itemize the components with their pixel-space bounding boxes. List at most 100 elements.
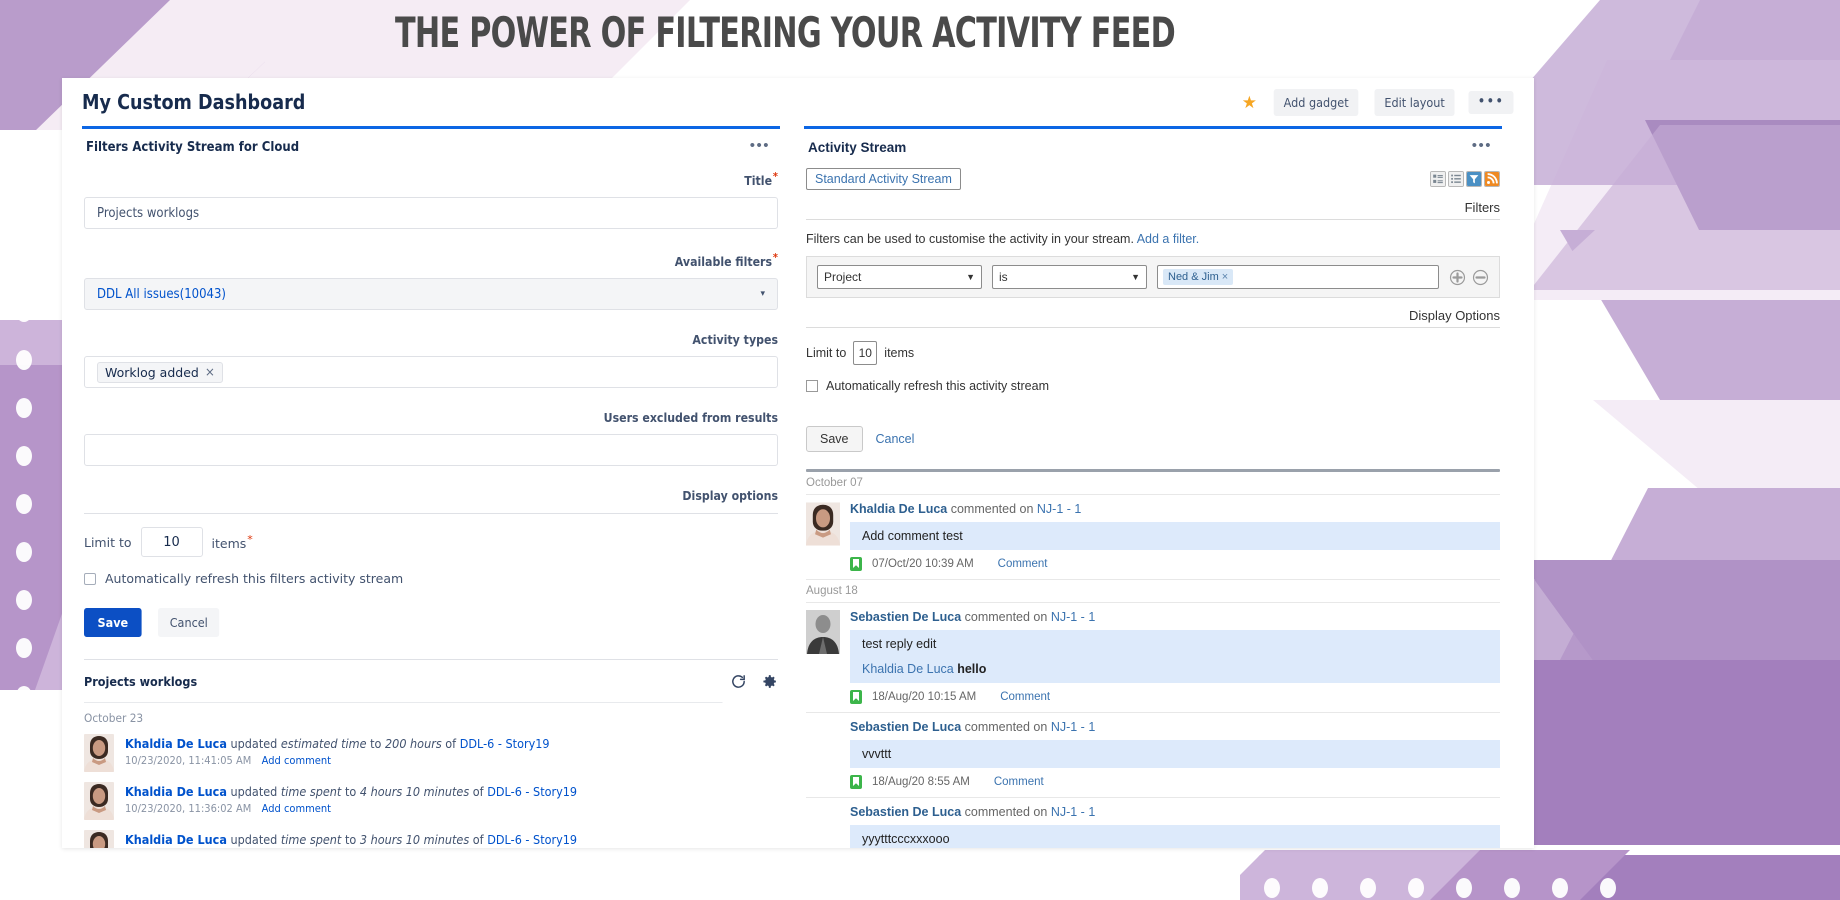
- display-options-label: Display options: [682, 488, 778, 504]
- activity-value: 3 hours 10 minutes: [359, 832, 470, 848]
- reply-user[interactable]: Khaldia De Luca: [862, 662, 954, 676]
- activity-to: to: [344, 832, 357, 848]
- filter-operator-value: is: [999, 270, 1008, 284]
- refresh-icon[interactable]: [730, 673, 747, 690]
- comment-link[interactable]: Comment: [994, 776, 1044, 788]
- feed-item-comment: Add comment test: [850, 522, 1500, 550]
- activity-summary: Khaldia De Luca updated estimated time t…: [125, 736, 550, 751]
- activity-summary: Khaldia De Luca updated time spent to 3 …: [125, 832, 577, 847]
- feed-item-issue-link[interactable]: NJ-1 - 1: [1051, 720, 1095, 734]
- left-stream-items: Khaldia De Luca updated estimated time t…: [84, 730, 778, 848]
- gear-icon[interactable]: [761, 673, 778, 690]
- add-comment-link[interactable]: Add comment: [262, 754, 331, 767]
- close-icon[interactable]: ×: [1222, 271, 1228, 283]
- feed-item-meta: 18/Aug/20 8:55 AM Comment: [850, 768, 1500, 797]
- display-options-section-label: Display Options: [1408, 308, 1500, 323]
- feed-item-issue-link[interactable]: NJ-1 - 1: [1037, 502, 1081, 516]
- add-comment-link[interactable]: Add comment: [262, 802, 331, 815]
- auto-refresh-row[interactable]: Automatically refresh this filters activ…: [84, 571, 778, 586]
- feed-item-issue-link[interactable]: NJ-1 - 1: [1051, 610, 1095, 624]
- right-gadget-more-icon[interactable]: •••: [1466, 138, 1498, 158]
- comment-text: yyytttcccxxxooo: [862, 832, 950, 846]
- title-input[interactable]: Projects worklogs: [84, 197, 778, 230]
- comment-text: vvvttt: [862, 747, 892, 761]
- right-auto-refresh-row[interactable]: Automatically refresh this activity stre…: [806, 379, 1500, 393]
- avatar: [806, 610, 840, 654]
- filter-operator-select[interactable]: is ▼: [992, 265, 1147, 289]
- left-gadget-header: Filters Activity Stream for Cloud •••: [82, 129, 780, 166]
- feed-item-user[interactable]: Khaldia De Luca: [850, 502, 947, 516]
- comment-link[interactable]: Comment: [998, 558, 1048, 570]
- story-icon: [850, 775, 862, 789]
- feed-item-user[interactable]: Sebastien De Luca: [850, 610, 961, 624]
- list-compact-icon[interactable]: [1448, 171, 1464, 187]
- activity-field: estimated time: [280, 736, 367, 752]
- feed-item-user[interactable]: Sebastien De Luca: [850, 805, 961, 819]
- avatar: [84, 734, 114, 773]
- activity-user[interactable]: Khaldia De Luca: [125, 784, 227, 799]
- feed-item-user[interactable]: Sebastien De Luca: [850, 720, 961, 734]
- limit-row: Limit to 10 items*: [84, 527, 778, 558]
- comment-link[interactable]: Comment: [1000, 691, 1050, 703]
- avatar: [806, 502, 840, 546]
- add-filter-row-icon[interactable]: [1449, 269, 1466, 286]
- available-filters-value: DDL All issues(10043): [97, 286, 226, 302]
- remove-filter-row-icon[interactable]: [1472, 269, 1489, 286]
- feed-item-issue-link[interactable]: NJ-1 - 1: [1051, 805, 1095, 819]
- feed-item-action: commented on: [964, 610, 1048, 624]
- filter-field-select[interactable]: Project ▼: [817, 265, 982, 289]
- filter-value-chip-label: Ned & Jim: [1168, 271, 1219, 283]
- activity-field: time spent: [280, 784, 342, 800]
- users-excluded-input[interactable]: [84, 434, 778, 467]
- right-cancel-button[interactable]: Cancel: [876, 432, 915, 446]
- activity-issue-link[interactable]: DDL-6 - Story19: [460, 736, 550, 751]
- right-form-buttons: Save Cancel: [806, 426, 1500, 452]
- stream-type-selector[interactable]: Standard Activity Stream: [806, 168, 961, 190]
- divider: [806, 327, 1500, 328]
- save-button[interactable]: Save: [84, 608, 142, 638]
- chevron-down-icon: ▼: [1131, 272, 1140, 282]
- activity-of: of: [445, 736, 457, 752]
- left-stream-date-group: October 23: [84, 702, 723, 730]
- activity-type-chip[interactable]: Worklog added ×: [97, 361, 223, 383]
- limit-input[interactable]: 10: [140, 527, 203, 558]
- right-gadget-title: Activity Stream: [808, 140, 907, 155]
- filter-value-chip[interactable]: Ned & Jim ×: [1163, 269, 1234, 285]
- activity-user[interactable]: Khaldia De Luca: [125, 736, 227, 751]
- filter-value-input[interactable]: Ned & Jim ×: [1157, 265, 1439, 289]
- activity-value: 4 hours 10 minutes: [359, 784, 470, 800]
- list-item: Khaldia De Luca updated estimated time t…: [84, 730, 778, 778]
- right-auto-refresh-checkbox[interactable]: [806, 380, 818, 392]
- add-a-filter-link[interactable]: Add a filter.: [1137, 232, 1200, 246]
- stream-toolbar: [1430, 171, 1500, 187]
- avatar: [806, 502, 840, 546]
- feed-item-timestamp: 07/Oct/20 10:39 AM: [872, 558, 974, 570]
- activity-of: of: [472, 832, 484, 848]
- dashboard-more-button[interactable]: •••: [1468, 90, 1514, 114]
- activity-issue-link[interactable]: DDL-6 - Story19: [487, 784, 577, 799]
- right-auto-refresh-label: Automatically refresh this activity stre…: [826, 379, 1049, 393]
- edit-layout-button[interactable]: Edit layout: [1374, 88, 1455, 116]
- add-gadget-button[interactable]: Add gadget: [1273, 88, 1359, 116]
- auto-refresh-checkbox[interactable]: [84, 572, 96, 585]
- avatar: [84, 782, 114, 821]
- favourite-star-icon[interactable]: ★: [1242, 94, 1257, 111]
- avatar-placeholder: [806, 805, 840, 848]
- activity-types-input[interactable]: Worklog added ×: [84, 356, 778, 389]
- activity-user[interactable]: Khaldia De Luca: [125, 832, 227, 847]
- left-gadget-more-icon[interactable]: •••: [744, 138, 776, 158]
- activity-issue-link[interactable]: DDL-6 - Story19: [487, 832, 577, 847]
- comment-text: Add comment test: [862, 529, 963, 543]
- rss-feed-icon[interactable]: [1484, 171, 1500, 187]
- filter-funnel-icon[interactable]: [1466, 171, 1482, 187]
- avatar: [84, 734, 114, 773]
- available-filters-select[interactable]: DDL All issues(10043) ▾: [84, 278, 778, 311]
- feed-item: Khaldia De Luca commented on NJ-1 - 1 Ad…: [806, 495, 1500, 580]
- feed-item: Sebastien De Luca commented on NJ-1 - 1 …: [806, 603, 1500, 713]
- cancel-button[interactable]: Cancel: [158, 608, 220, 638]
- list-detail-icon[interactable]: [1430, 171, 1446, 187]
- close-icon[interactable]: ×: [205, 365, 215, 379]
- right-limit-input[interactable]: 10: [853, 341, 878, 365]
- feed-item-summary: Sebastien De Luca commented on NJ-1 - 1: [850, 720, 1500, 734]
- right-save-button[interactable]: Save: [806, 426, 863, 452]
